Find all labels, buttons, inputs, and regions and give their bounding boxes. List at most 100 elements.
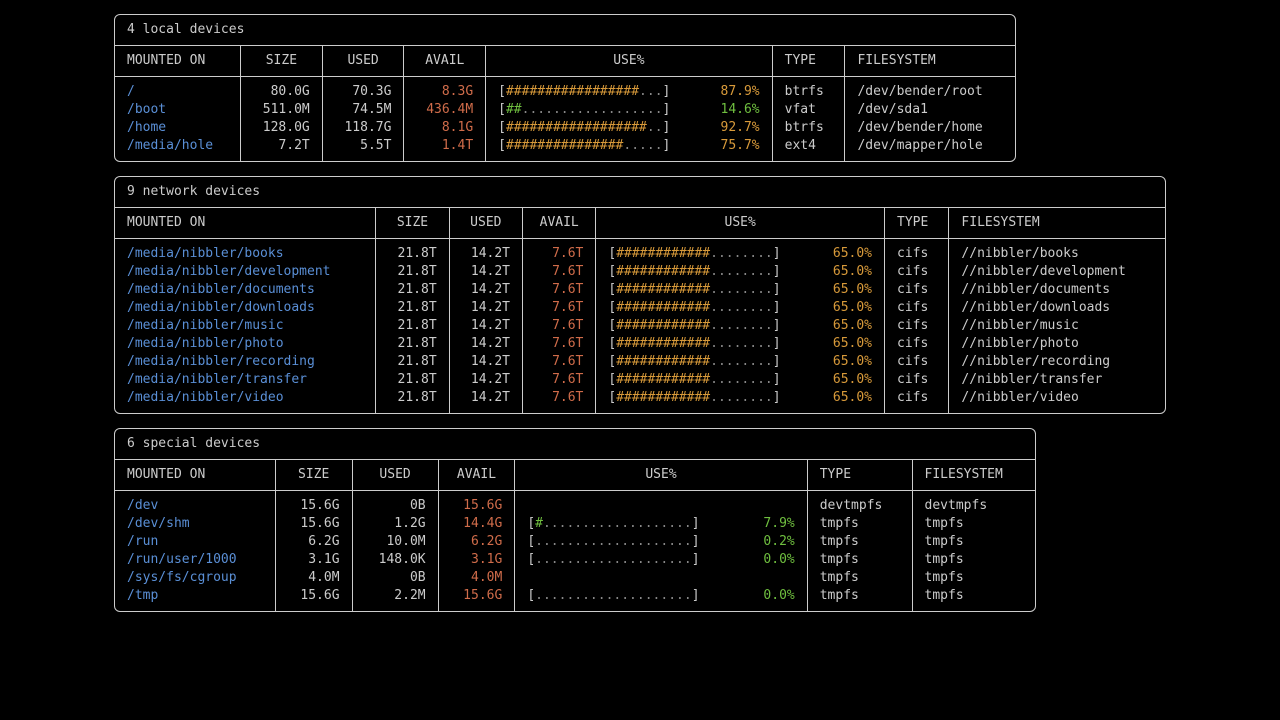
cell-type: btrfs	[772, 77, 845, 102]
cell-used: 74.5M	[322, 101, 404, 119]
cell-filesystem: //nibbler/transfer	[949, 371, 1165, 389]
cell-usepct: [############........]65.0%	[596, 335, 885, 353]
cell-used: 14.2T	[449, 389, 522, 413]
col-usepct: USE%	[596, 208, 885, 239]
cell-size: 80.0G	[241, 77, 323, 102]
usage-bar: [....................]	[527, 551, 699, 569]
cell-mount: /media/nibbler/transfer	[115, 371, 376, 389]
cell-size: 128.0G	[241, 119, 323, 137]
col-avail: AVAIL	[404, 46, 486, 77]
cell-used: 0B	[352, 569, 438, 587]
cell-size: 21.8T	[376, 371, 449, 389]
cell-usepct: [....................] 0.0%	[515, 551, 807, 569]
cell-mount: /media/hole	[115, 137, 241, 161]
usage-bar: [############........]	[608, 371, 780, 389]
cell-usepct	[515, 569, 807, 587]
cell-usepct: [##..................]14.6%	[486, 101, 772, 119]
col-filesystem: FILESYSTEM	[912, 460, 1035, 491]
cell-avail: 7.6T	[523, 239, 596, 264]
cell-used: 1.2G	[352, 515, 438, 533]
col-type: TYPE	[772, 46, 845, 77]
cell-mount: /home	[115, 119, 241, 137]
cell-avail: 7.6T	[523, 299, 596, 317]
cell-size: 15.6G	[275, 491, 352, 516]
device-section: 6 special devicesMOUNTED ONSIZEUSEDAVAIL…	[114, 428, 1036, 612]
col-type: TYPE	[885, 208, 949, 239]
cell-usepct: [#################...] 87.9%	[486, 77, 772, 102]
cell-filesystem: /dev/mapper/hole	[845, 137, 1015, 161]
cell-usepct: [############........]65.0%	[596, 263, 885, 281]
col-mounted: MOUNTED ON	[115, 208, 376, 239]
device-table: MOUNTED ONSIZEUSEDAVAILUSE%TYPEFILESYSTE…	[115, 460, 1035, 611]
cell-mount: /media/nibbler/development	[115, 263, 376, 281]
cell-filesystem: tmpfs	[912, 533, 1035, 551]
table-row: /sys/fs/cgroup4.0M0B4.0Mtmpfstmpfs	[115, 569, 1035, 587]
cell-type: vfat	[772, 101, 845, 119]
cell-mount: /media/nibbler/downloads	[115, 299, 376, 317]
cell-type: cifs	[885, 239, 949, 264]
cell-used: 14.2T	[449, 317, 522, 335]
cell-used: 14.2T	[449, 353, 522, 371]
cell-size: 6.2G	[275, 533, 352, 551]
usage-bar: [#################...]	[498, 83, 670, 101]
col-mounted: MOUNTED ON	[115, 46, 241, 77]
cell-usepct: [#...................]7.9%	[515, 515, 807, 533]
table-row: /80.0G70.3G8.3G[#################...]87.…	[115, 77, 1015, 102]
usage-bar: [############........]	[608, 389, 780, 407]
cell-size: 7.2T	[241, 137, 323, 161]
usage-pct: 7.9%	[763, 515, 794, 533]
cell-avail: 15.6G	[438, 587, 515, 611]
usage-pct: 87.9%	[721, 83, 760, 101]
duf-output: 4 local devices MOUNTED ONSIZEUSEDAVAILUS…	[0, 14, 1280, 612]
usage-pct: 65.0%	[833, 299, 872, 317]
usage-bar: [############........]	[608, 299, 780, 317]
cell-usepct: [....................]0.0%	[515, 587, 807, 611]
usage-bar: [############........]	[608, 317, 780, 335]
cell-usepct: [############........]65.0%	[596, 281, 885, 299]
cell-type: tmpfs	[807, 533, 912, 551]
col-avail: AVAIL	[438, 460, 515, 491]
usage-bar: [############........]	[608, 335, 780, 353]
cell-avail: 436.4M	[404, 101, 486, 119]
col-size: SIZE	[275, 460, 352, 491]
table-row: /media/nibbler/transfer21.8T14.2T7.6T[##…	[115, 371, 1165, 389]
cell-mount: /dev/shm	[115, 515, 275, 533]
cell-mount: /run/user/1000	[115, 551, 275, 569]
cell-usepct: [############........] 65.0%	[596, 299, 885, 317]
table-row: /media/nibbler/video21.8T14.2T7.6T[#####…	[115, 389, 1165, 413]
col-filesystem: FILESYSTEM	[949, 208, 1165, 239]
section-title: 4 local devices	[115, 15, 1015, 46]
table-row: /media/nibbler/recording21.8T14.2T7.6T[#…	[115, 353, 1165, 371]
cell-avail: 6.2G	[438, 533, 515, 551]
usage-pct: 0.0%	[763, 551, 794, 569]
col-avail: AVAIL	[523, 208, 596, 239]
cell-size: 21.8T	[376, 335, 449, 353]
cell-mount: /media/nibbler/video	[115, 389, 376, 413]
table-row: /media/nibbler/documents21.8T14.2T7.6T[#…	[115, 281, 1165, 299]
usage-pct: 65.0%	[833, 317, 872, 335]
cell-avail: 1.4T	[404, 137, 486, 161]
cell-size: 21.8T	[376, 299, 449, 317]
cell-type: cifs	[885, 263, 949, 281]
cell-filesystem: devtmpfs	[912, 491, 1035, 516]
col-mounted: MOUNTED ON	[115, 460, 275, 491]
usage-pct: 75.7%	[721, 137, 760, 155]
cell-avail: 7.6T	[523, 281, 596, 299]
cell-type: cifs	[885, 281, 949, 299]
cell-filesystem: //nibbler/downloads	[949, 299, 1165, 317]
usage-pct: 0.0%	[763, 587, 794, 605]
cell-size: 21.8T	[376, 317, 449, 335]
cell-mount: /tmp	[115, 587, 275, 611]
usage-pct: 65.0%	[833, 281, 872, 299]
cell-type: cifs	[885, 299, 949, 317]
usage-pct: 0.2%	[763, 533, 794, 551]
table-row: /run/user/10003.1G148.0K3.1G[...........…	[115, 551, 1035, 569]
cell-type: cifs	[885, 317, 949, 335]
table-row: /run6.2G10.0M6.2G[....................]0…	[115, 533, 1035, 551]
cell-used: 0B	[352, 491, 438, 516]
cell-size: 21.8T	[376, 239, 449, 264]
table-row: /media/nibbler/photo21.8T14.2T7.6T[#####…	[115, 335, 1165, 353]
cell-filesystem: //nibbler/video	[949, 389, 1165, 413]
cell-usepct: [############........]65.0%	[596, 239, 885, 264]
table-row: /media/hole7.2T5.5T1.4T[###############.…	[115, 137, 1015, 161]
